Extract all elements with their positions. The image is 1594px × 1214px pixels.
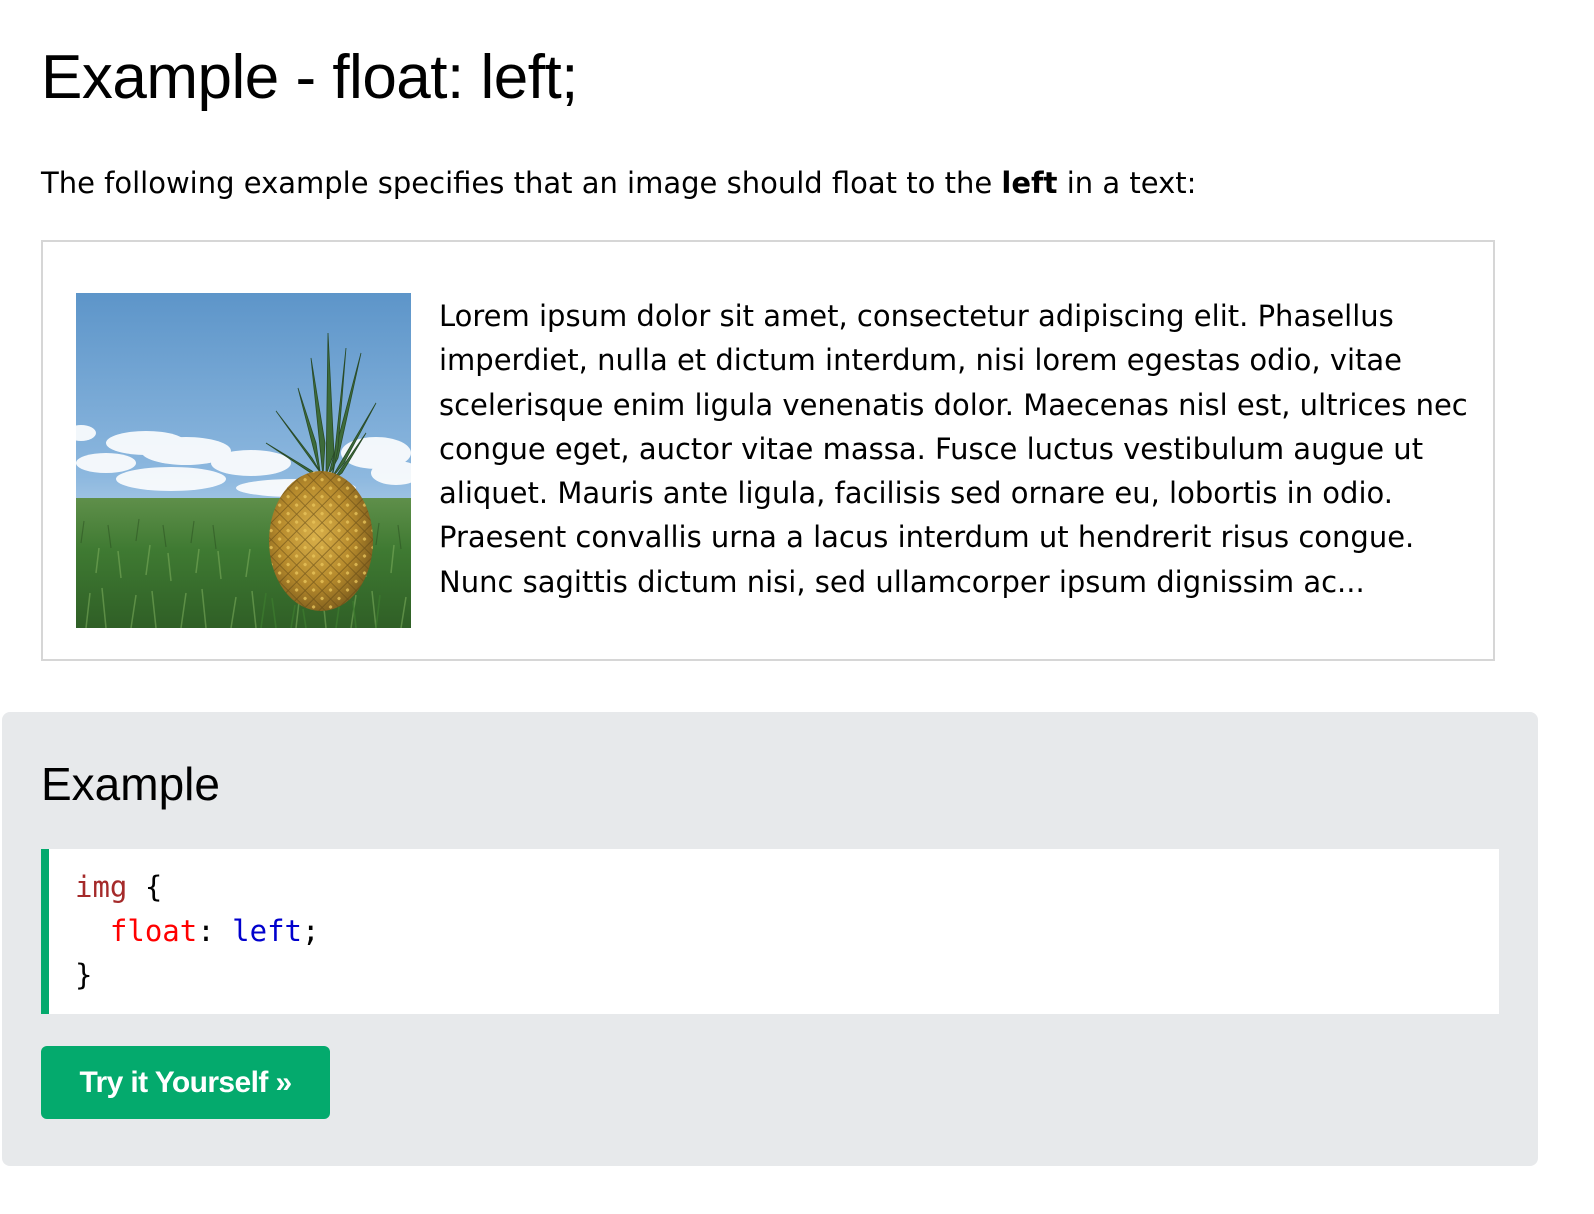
intro-text-bold: left — [1001, 166, 1058, 200]
code-content: img { float: left; } — [75, 865, 319, 997]
page-title: Example - float: left; — [41, 43, 578, 112]
float-demo-box: Lorem ipsum dolor sit amet, consectetur … — [41, 240, 1495, 661]
intro-text-start: The following example specifies that an … — [41, 166, 1002, 200]
intro-text-end: in a text: — [1057, 166, 1197, 200]
try-it-yourself-button[interactable]: Try it Yourself » — [41, 1046, 330, 1119]
code-close-brace: } — [75, 958, 93, 992]
pineapple-image — [76, 293, 411, 628]
example-panel: Example img { float: left; } Try it Your… — [2, 712, 1538, 1166]
code-colon: : — [197, 914, 233, 948]
code-selector: img — [75, 870, 128, 904]
example-heading: Example — [41, 758, 220, 810]
code-property: float — [109, 914, 198, 948]
code-block: img { float: left; } — [41, 849, 1499, 1014]
intro-text: The following example specifies that an … — [41, 162, 1196, 204]
demo-paragraph: Lorem ipsum dolor sit amet, consectetur … — [439, 299, 1468, 599]
code-semicolon: ; — [302, 914, 320, 948]
code-value: left — [232, 914, 302, 948]
code-open-brace: { — [127, 870, 163, 904]
